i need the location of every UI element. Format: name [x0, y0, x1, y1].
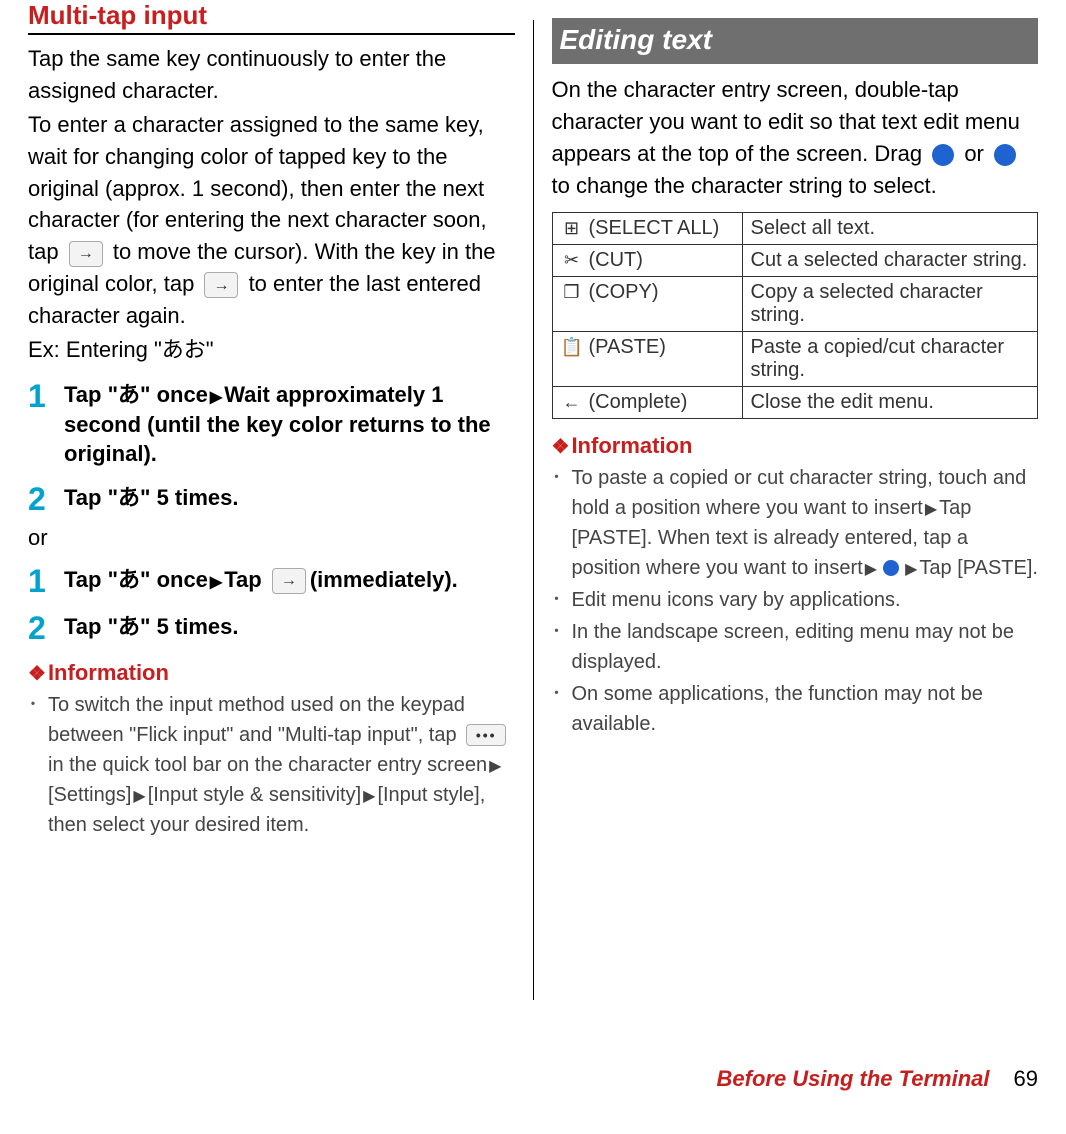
- triangle-icon: ▶: [210, 572, 222, 594]
- page-footer: Before Using the Terminal 69: [0, 1060, 1066, 1092]
- t: Tap [PASTE].: [919, 557, 1038, 579]
- label: (SELECT ALL): [589, 217, 720, 239]
- desc: Copy a selected character string.: [742, 276, 1038, 331]
- bullet-icon: ･: [552, 617, 572, 677]
- selection-handle-icon: [932, 144, 954, 166]
- step-number: 1: [28, 380, 64, 469]
- t: [Settings]: [48, 784, 131, 806]
- info-item: ･ In the landscape screen, editing menu …: [552, 617, 1039, 677]
- table-row: ⊞ (SELECT ALL) Select all text.: [552, 212, 1038, 244]
- table-row: ❐ (COPY) Copy a selected character string…: [552, 276, 1038, 331]
- label: (Complete): [589, 391, 688, 413]
- desc: Close the edit menu.: [742, 386, 1038, 418]
- step-b1: 1 Tap "あ" once▶Tap →(immediately).: [28, 565, 515, 599]
- arrow-right-icon: →: [272, 568, 306, 594]
- information-heading: ❖Information: [28, 660, 515, 686]
- desc: Select all text.: [742, 212, 1038, 244]
- info-text: Edit menu icons vary by applications.: [572, 585, 901, 615]
- label: (COPY): [589, 281, 659, 303]
- info-text: On some applications, the function may n…: [572, 679, 1039, 739]
- step-1a: Tap "あ" once: [64, 382, 208, 407]
- editing-text-body: On the character entry screen, double-ta…: [552, 74, 1039, 202]
- t: in the quick tool bar on the character e…: [48, 754, 487, 776]
- info-list: ･ To paste a copied or cut character str…: [552, 463, 1039, 739]
- diamond-icon: ❖: [552, 436, 570, 458]
- diamond-icon: ❖: [28, 663, 46, 685]
- step-body: Tap "あ" 5 times.: [64, 483, 239, 517]
- info-heading-text: Information: [571, 433, 692, 458]
- info-item: ･ To paste a copied or cut character str…: [552, 463, 1039, 583]
- cut-icon: ✂: [561, 250, 583, 271]
- info-text: To paste a copied or cut character strin…: [572, 463, 1039, 583]
- step-body: Tap "あ" 5 times.: [64, 612, 239, 646]
- edit-menu-table: ⊞ (SELECT ALL) Select all text. ✂ (CUT) Cu…: [552, 212, 1039, 419]
- step-number: 2: [28, 483, 64, 517]
- t: or: [964, 141, 990, 166]
- arrow-right-icon: →: [69, 241, 103, 267]
- info-text: To switch the input method used on the k…: [48, 690, 515, 840]
- desc: Paste a copied/cut character string.: [742, 331, 1038, 386]
- triangle-icon: ▶: [133, 785, 145, 809]
- more-icon: •••: [466, 724, 506, 746]
- info-item: ･ On some applications, the function may…: [552, 679, 1039, 739]
- desc: Cut a selected character string.: [742, 244, 1038, 276]
- label: (PASTE): [589, 336, 666, 358]
- triangle-icon: ▶: [905, 558, 917, 582]
- step-b1b: Tap: [224, 567, 261, 592]
- para-2: To enter a character assigned to the sam…: [28, 109, 515, 332]
- table-row: ✂ (CUT) Cut a selected character string.: [552, 244, 1038, 276]
- t: To switch the input method used on the k…: [48, 694, 465, 746]
- info-list: ･ To switch the input method used on the…: [28, 690, 515, 840]
- triangle-icon: ▶: [363, 785, 375, 809]
- selection-handle-icon: [883, 560, 899, 576]
- step-2: 2 Tap "あ" 5 times.: [28, 483, 515, 517]
- arrow-right-icon: →: [204, 272, 238, 298]
- step-b1c: (immediately).: [310, 567, 458, 592]
- info-text: In the landscape screen, editing menu ma…: [572, 617, 1039, 677]
- t: to change the character string to select…: [552, 173, 937, 198]
- back-arrow-icon: ←: [561, 392, 583, 413]
- multi-tap-body: Tap the same key continuously to enter t…: [28, 43, 515, 366]
- label: (CUT): [589, 249, 643, 271]
- table-row: ← (Complete) Close the edit menu.: [552, 386, 1038, 418]
- bullet-icon: ･: [552, 679, 572, 739]
- copy-icon: ❐: [561, 282, 583, 303]
- information-heading: ❖Information: [552, 433, 1039, 459]
- example-line: Ex: Entering "あお": [28, 334, 515, 366]
- bullet-icon: ･: [552, 585, 572, 615]
- or-label: or: [28, 525, 515, 551]
- bullet-icon: ･: [28, 690, 48, 840]
- info-heading-text: Information: [48, 660, 169, 685]
- selection-handle-icon: [994, 144, 1016, 166]
- step-number: 1: [28, 565, 64, 599]
- triangle-icon: ▶: [210, 387, 222, 409]
- info-item: ･ To switch the input method used on the…: [28, 690, 515, 840]
- t: [Input style & sensitivity]: [148, 784, 361, 806]
- multi-tap-heading: Multi-tap input: [28, 0, 515, 35]
- paste-icon: 📋: [561, 337, 583, 358]
- triangle-icon: ▶: [865, 558, 877, 582]
- step-b1a: Tap "あ" once: [64, 567, 208, 592]
- para: On the character entry screen, double-ta…: [552, 74, 1039, 202]
- triangle-icon: ▶: [489, 755, 501, 779]
- step-b2: 2 Tap "あ" 5 times.: [28, 612, 515, 646]
- step-number: 2: [28, 612, 64, 646]
- footer-section: Before Using the Terminal: [717, 1066, 990, 1092]
- step-body: Tap "あ" once▶Tap →(immediately).: [64, 565, 458, 599]
- editing-text-heading: Editing text: [552, 18, 1039, 64]
- step-1: 1 Tap "あ" once▶Wait approximately 1 seco…: [28, 380, 515, 469]
- para-1: Tap the same key continuously to enter t…: [28, 43, 515, 107]
- select-all-icon: ⊞: [561, 218, 583, 239]
- triangle-icon: ▶: [925, 498, 937, 522]
- table-row: 📋 (PASTE) Paste a copied/cut character st…: [552, 331, 1038, 386]
- page-number: 69: [1014, 1066, 1038, 1092]
- step-body: Tap "あ" once▶Wait approximately 1 second…: [64, 380, 515, 469]
- info-item: ･ Edit menu icons vary by applications.: [552, 585, 1039, 615]
- bullet-icon: ･: [552, 463, 572, 583]
